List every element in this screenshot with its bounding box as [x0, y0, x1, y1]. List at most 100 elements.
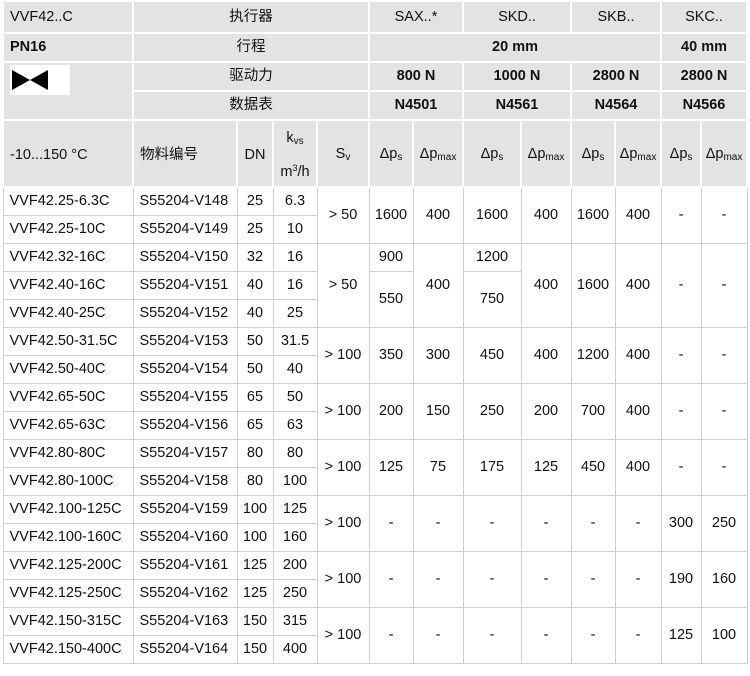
row-dn: 80 [236, 467, 274, 496]
row-kvs: 80 [272, 439, 318, 468]
sax-dps: 350 [368, 327, 414, 384]
row-kvs: 100 [272, 467, 318, 496]
sax-dpmax: 150 [412, 383, 464, 440]
force-label: 驱动力 [132, 61, 370, 92]
stroke-40mm: 40 mm [660, 32, 749, 63]
row-part: S55204-V152 [132, 299, 238, 328]
skc-dps: - [660, 186, 702, 244]
group-sv: > 100 [316, 383, 370, 440]
skc-dps: 190 [660, 551, 702, 608]
valve-icon-cell [2, 61, 134, 121]
kvs-unit: m3/h [280, 163, 310, 180]
row-part: S55204-V163 [132, 607, 238, 636]
skb-dps: - [570, 495, 616, 552]
datasheet-skc: N4566 [660, 90, 749, 121]
skc-dpmax: 250 [700, 495, 748, 552]
skb-dps: 1200 [570, 327, 616, 384]
row-part: S55204-V150 [132, 243, 238, 272]
row-dn: 150 [236, 607, 274, 636]
actuator-skb: SKB.. [569, 0, 663, 34]
dn-header: DN [236, 119, 274, 188]
skc-dpmax-header: Δpmax [700, 119, 749, 188]
sax-dpmax: - [412, 495, 464, 552]
valve-spec-table: VVF42..C 执行器 SAX..* SKD.. SKB.. SKC.. PN… [2, 0, 749, 664]
row-dn: 150 [236, 635, 274, 664]
row-type: VVF42.50-31.5C [2, 327, 134, 356]
skb-dpmax: 400 [614, 439, 662, 496]
row-type: VVF42.125-250C [2, 579, 134, 608]
skb-dps: 1600 [570, 243, 616, 328]
pressure-class: PN16 [2, 32, 134, 63]
row-type: VVF42.80-80C [2, 439, 134, 468]
skd-dpmax: 200 [520, 383, 572, 440]
row-dn: 50 [236, 327, 274, 356]
skb-dps: - [570, 551, 616, 608]
row-part: S55204-V162 [132, 579, 238, 608]
row-type: VVF42.25-6.3C [2, 186, 134, 216]
skd-dps: 1200 [462, 243, 522, 272]
skb-dps: - [570, 607, 616, 664]
row-dn: 100 [236, 523, 274, 552]
skd-dps: 250 [462, 383, 522, 440]
row-type: VVF42.125-200C [2, 551, 134, 580]
skd-dps: 1600 [462, 186, 522, 244]
group-sv: > 50 [316, 243, 370, 328]
sax-dps-header: Δps [368, 119, 414, 188]
row-kvs: 16 [272, 271, 318, 300]
row-type: VVF42.65-63C [2, 411, 134, 440]
skb-dps: 700 [570, 383, 616, 440]
skc-dpmax: - [700, 383, 748, 440]
row-dn: 125 [236, 551, 274, 580]
skc-dps: 125 [660, 607, 702, 664]
sax-dpmax: 400 [412, 186, 464, 244]
datasheet-skb: N4564 [569, 90, 663, 121]
table-row: VVF42.32-16C S55204-V150 32 16 > 50 900 … [2, 243, 748, 328]
datasheet-label: 数据表 [132, 90, 370, 121]
skc-dps: - [660, 327, 702, 384]
force-skd: 1000 N [462, 61, 572, 92]
valve-spec-page: VVF42..C 执行器 SAX..* SKD.. SKB.. SKC.. PN… [0, 0, 750, 676]
row-dn: 40 [236, 271, 274, 300]
skb-dps-header: Δps [570, 119, 616, 188]
skc-dps-header: Δps [660, 119, 703, 188]
stroke-label: 行程 [132, 32, 370, 63]
sax-dps: - [368, 607, 414, 664]
row-kvs: 50 [272, 383, 318, 412]
row-type: VVF42.40-25C [2, 299, 134, 328]
table-row: VVF42.100-125C S55204-V159 100 125 > 100… [2, 495, 748, 552]
sax-dpmax: 300 [412, 327, 464, 384]
skd-dpmax: 400 [520, 243, 572, 328]
row-part: S55204-V149 [132, 215, 238, 244]
skc-dpmax: - [700, 243, 748, 328]
sax-dpmax: 75 [412, 439, 464, 496]
table-row: VVF42.65-50C S55204-V155 65 50 > 100 200… [2, 383, 748, 440]
row-dn: 100 [236, 495, 274, 524]
row-part: S55204-V153 [132, 327, 238, 356]
model-series: VVF42..C [2, 0, 134, 34]
actuator-sax: SAX..* [368, 0, 464, 34]
row-part: S55204-V157 [132, 439, 238, 468]
row-part: S55204-V158 [132, 467, 238, 496]
row-part: S55204-V148 [132, 186, 238, 216]
row-kvs: 160 [272, 523, 318, 552]
row-part: S55204-V156 [132, 411, 238, 440]
skc-dpmax: - [700, 327, 748, 384]
row-type: VVF42.25-10C [2, 215, 134, 244]
skd-dpmax-header: Δpmax [520, 119, 572, 188]
sax-dps: - [368, 551, 414, 608]
skb-dpmax-header: Δpmax [613, 119, 663, 188]
row-kvs: 10 [272, 215, 318, 244]
skb-dps: 1600 [570, 186, 616, 244]
row-kvs: 40 [272, 355, 318, 384]
sax-dpmax: - [412, 607, 464, 664]
skb-dpmax: - [614, 607, 662, 664]
actuator-skc: SKC.. [660, 0, 749, 34]
skd-dpmax: 400 [520, 186, 572, 244]
skc-dpmax: - [700, 186, 748, 244]
group-sv: > 100 [316, 551, 370, 608]
row-dn: 65 [236, 411, 274, 440]
row-type: VVF42.150-400C [2, 635, 134, 664]
row-type: VVF42.50-40C [2, 355, 134, 384]
sax-dps: 200 [368, 383, 414, 440]
row-dn: 40 [236, 299, 274, 328]
